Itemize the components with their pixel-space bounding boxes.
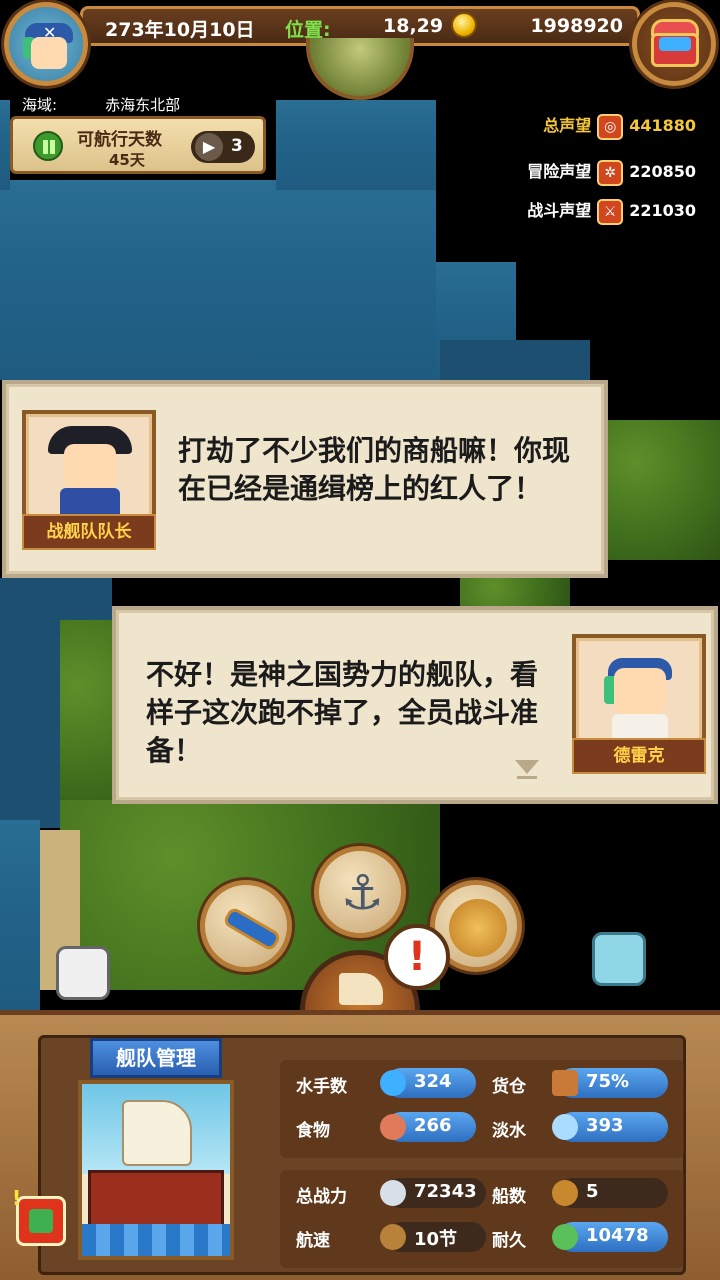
stat-cargo: 货仓 75%	[492, 1068, 672, 1100]
compass-badge-icon: ✲	[597, 159, 624, 186]
sea-area-name: 赤海东北部	[105, 96, 181, 114]
island	[460, 578, 570, 608]
drake-portrait: 德雷克	[572, 634, 706, 774]
total-reputation-label: 总声望	[543, 116, 592, 135]
stat-sailors: 水手数 324	[296, 1068, 486, 1100]
battle-reputation-label: 战斗声望	[527, 201, 592, 220]
spyglass-icon	[221, 905, 283, 953]
sea-tile	[0, 100, 10, 190]
play-arrow-icon: ▶	[195, 133, 223, 161]
sea-tile	[0, 180, 436, 380]
enemy-captain-portrait: 战舰队队长	[22, 410, 156, 550]
ship-sail-icon	[552, 1180, 578, 1206]
sea-tile	[440, 340, 590, 380]
sea-area-label: 海域:	[22, 96, 58, 114]
speed-value: 3	[231, 136, 243, 156]
sail-days-panel: 可航行天数 45天 ▶ 3	[10, 116, 266, 174]
combat-stats: 总战力 72343 船数 5 航速 10节 耐久 10478	[280, 1170, 684, 1268]
total-reputation: 总声望 ◎ 441880	[543, 112, 696, 140]
ship-icon	[339, 973, 383, 1005]
stat-value: 10节	[414, 1229, 458, 1250]
sail-icon	[122, 1100, 192, 1166]
stat-label: 总战力	[296, 1187, 347, 1207]
stat-value: 266	[414, 1115, 452, 1136]
fleet-notification-button[interactable]	[16, 1196, 66, 1246]
sea-tile	[0, 820, 40, 1010]
sail-days-label: 可航行天数	[77, 130, 162, 150]
pause-button[interactable]	[33, 131, 63, 161]
meat-icon	[380, 1114, 406, 1140]
stat-value: 75%	[586, 1071, 630, 1092]
speed-toggle[interactable]: ▶ 3	[191, 131, 255, 163]
spyglass-button[interactable]	[200, 880, 292, 972]
npc-white-cube[interactable]	[56, 946, 110, 1000]
sea-area: 海域: 赤海东北部	[22, 94, 180, 115]
ship-speed-icon	[380, 1224, 406, 1250]
stat-speed: 航速 10节	[296, 1222, 486, 1254]
dialog-box-player[interactable]: 不好！是神之国势力的舰队，看样子这次跑不掉了，全员战斗准备！ 德雷克	[112, 606, 718, 804]
flag-icon	[29, 1209, 53, 1233]
position-value: 18,29	[383, 15, 444, 37]
ship-hull	[88, 1170, 224, 1230]
adventure-reputation-value: 220850	[629, 162, 696, 181]
npc-blue-cat[interactable]	[592, 932, 646, 986]
crate-icon	[552, 1070, 578, 1096]
anchor-icon: ⚓	[341, 865, 385, 921]
next-arrow-icon[interactable]	[514, 756, 540, 782]
alert-bubble[interactable]: !	[384, 924, 450, 990]
battle-reputation-value: 221030	[629, 201, 696, 220]
game-date: 273年10月10日	[105, 19, 255, 41]
supply-stats: 水手数 324 货仓 75% 食物 266 淡水 393	[280, 1060, 684, 1158]
stat-value: 324	[414, 1071, 452, 1092]
water-jug-icon	[552, 1114, 578, 1140]
island	[600, 420, 720, 560]
treasure-chest-button[interactable]	[632, 2, 716, 86]
stat-value: 393	[586, 1115, 624, 1136]
dialog-text: 不好！是神之国势力的舰队，看样子这次跑不掉了，全员战斗准备！	[146, 658, 539, 767]
skull-swords-icon	[380, 1180, 406, 1206]
fleet-management-title[interactable]: 舰队管理	[90, 1038, 222, 1078]
total-reputation-value: 441880	[629, 116, 696, 135]
stat-ships: 船数 5	[492, 1178, 672, 1210]
speaker-name: 德雷克	[572, 738, 706, 774]
stat-label: 食物	[296, 1121, 330, 1141]
battle-reputation: 战斗声望 ⚔ 221030	[527, 197, 696, 225]
dialog-text: 打劫了不少我们的商船嘛！你现在已经是通缉榜上的红人了！	[178, 434, 571, 505]
stat-power: 总战力 72343	[296, 1178, 486, 1210]
exclamation-icon: !	[12, 1186, 22, 1210]
world-map-icon	[449, 899, 507, 957]
stat-label: 航速	[296, 1231, 330, 1251]
sailor-icon	[380, 1070, 406, 1096]
anchor-button[interactable]: ⚓	[314, 846, 406, 938]
adventure-reputation: 冒险声望 ✲ 220850	[527, 158, 696, 186]
sea-tile	[276, 100, 436, 190]
stat-food: 食物 266	[296, 1112, 486, 1144]
flagship-image[interactable]	[78, 1080, 234, 1260]
stat-label: 水手数	[296, 1077, 347, 1097]
gold-coin-icon	[451, 12, 477, 38]
player-avatar-button[interactable]: ✕	[4, 2, 88, 86]
sail-days-value: 45天	[109, 151, 145, 169]
dialog-box-enemy[interactable]: 战舰队队长 打劫了不少我们的商船嘛！你现在已经是通缉榜上的红人了！	[2, 380, 608, 578]
stat-durability: 耐久 10478	[492, 1222, 672, 1254]
crossed-swords-icon: ⚔	[597, 198, 624, 225]
repair-ship-icon	[552, 1224, 578, 1250]
stat-value: 72343	[414, 1181, 477, 1202]
speaker-name: 战舰队队长	[22, 514, 156, 550]
gold-amount: 1998920	[530, 15, 623, 37]
stat-value: 10478	[586, 1225, 649, 1246]
adventure-reputation-label: 冒险声望	[527, 162, 592, 181]
stat-value: 5	[586, 1181, 599, 1202]
stat-water: 淡水 393	[492, 1112, 672, 1144]
reputation-badge-icon: ◎	[597, 113, 624, 140]
avatar-face	[31, 37, 67, 69]
